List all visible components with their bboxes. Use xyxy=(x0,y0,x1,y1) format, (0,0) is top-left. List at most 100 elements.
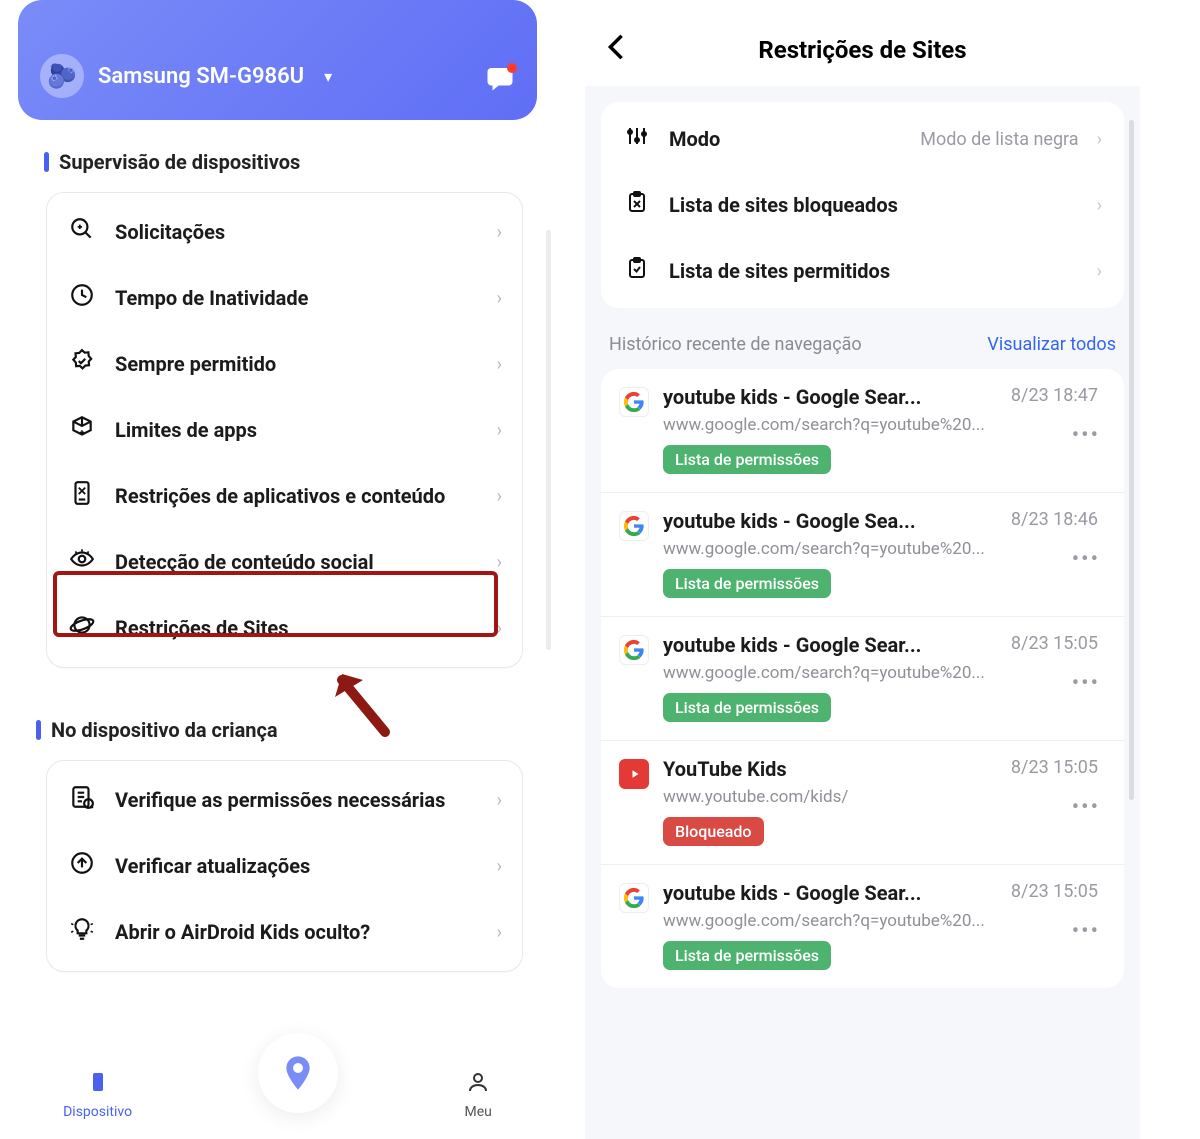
chevron-right-icon: › xyxy=(497,856,502,877)
row-allowed-list[interactable]: Lista de sites permitidos › xyxy=(601,238,1124,304)
item-requests[interactable]: Solicitações › xyxy=(47,199,522,265)
more-button[interactable]: ••• xyxy=(1072,919,1100,944)
history-main: youtube kids - Google Sear...8/23 15:05w… xyxy=(663,633,1098,722)
more-button[interactable]: ••• xyxy=(1072,671,1100,696)
more-button[interactable]: ••• xyxy=(1072,423,1100,448)
chevron-right-icon: › xyxy=(497,354,502,375)
more-button[interactable]: ••• xyxy=(1072,795,1100,820)
item-label: Restrições de Sites xyxy=(115,616,479,640)
history-main: youtube kids - Google Sear...8/23 18:47w… xyxy=(663,385,1098,474)
history-main: youtube kids - Google Sear...8/23 15:05w… xyxy=(663,881,1098,970)
history-row[interactable]: YouTube Kids8/23 15:05www.youtube.com/ki… xyxy=(601,741,1124,865)
nav-device[interactable]: Dispositivo xyxy=(63,1070,132,1120)
history-list: youtube kids - Google Sear... 8/23 18:47 w… xyxy=(601,369,1124,988)
child-device-card: Verifique as permissões necessárias › Ve… xyxy=(46,760,523,972)
history-url: www.google.com/search?q=youtube%20... xyxy=(663,663,1003,683)
chevron-right-icon: › xyxy=(1097,261,1102,282)
page-title: Restrições de Sites xyxy=(758,36,966,64)
history-row[interactable]: youtube kids - Google Sear...8/23 15:05w… xyxy=(601,617,1124,741)
notification-dot xyxy=(507,63,517,73)
history-url: www.google.com/search?q=youtube%20... xyxy=(663,539,1003,559)
scrollbar[interactable] xyxy=(546,230,551,650)
google-icon xyxy=(619,387,649,417)
badge-allowed: Lista de permissões xyxy=(663,445,831,474)
clock-icon xyxy=(67,282,97,314)
google-icon xyxy=(619,883,649,913)
item-check-updates[interactable]: Verificar atualizações › xyxy=(47,833,522,899)
device-selector[interactable]: 🫐 Samsung SM-G986U ▾ xyxy=(40,54,332,98)
page-header: Restrições de Sites xyxy=(585,0,1140,86)
nav-location[interactable] xyxy=(258,1033,338,1113)
phone-block-icon xyxy=(67,480,97,512)
messages-button[interactable] xyxy=(485,65,515,98)
item-site-restrictions[interactable]: Restrições de Sites › xyxy=(47,595,522,661)
item-label: Restrições de aplicativos e conteúdo xyxy=(115,484,479,508)
bottom-nav: Dispositivo Meu xyxy=(0,1049,555,1139)
person-icon xyxy=(466,1070,490,1100)
more-button[interactable]: ••• xyxy=(1072,547,1100,572)
section-supervision: Supervisão de dispositivos xyxy=(44,150,555,174)
view-all-link[interactable]: Visualizar todos xyxy=(987,334,1116,355)
badge-icon xyxy=(67,348,97,380)
clipboard-check-icon xyxy=(623,256,651,286)
heading-bar xyxy=(44,152,49,172)
item-label: Sempre permitido xyxy=(115,352,479,376)
cube-icon xyxy=(67,414,97,446)
mode-value: Modo de lista negra xyxy=(920,129,1078,150)
history-row[interactable]: youtube kids - Google Sear...8/23 18:47w… xyxy=(601,369,1124,493)
chevron-right-icon: › xyxy=(497,552,502,573)
item-label: Abrir o AirDroid Kids oculto? xyxy=(115,920,479,944)
item-downtime[interactable]: Tempo de Inatividade › xyxy=(47,265,522,331)
history-title: YouTube Kids xyxy=(663,757,787,781)
nav-me[interactable]: Meu xyxy=(465,1070,492,1120)
history-main: YouTube Kids8/23 15:05www.youtube.com/ki… xyxy=(663,757,1098,846)
chevron-right-icon: › xyxy=(1097,195,1102,216)
chevron-right-icon: › xyxy=(1097,129,1102,150)
item-label: Solicitações xyxy=(115,220,479,244)
history-time: 8/23 15:05 xyxy=(1011,881,1098,902)
item-app-content-restrictions[interactable]: Restrições de aplicativos e conteúdo › xyxy=(47,463,522,529)
row-label: Lista de sites permitidos xyxy=(669,259,1079,283)
item-always-allowed[interactable]: Sempre permitido › xyxy=(47,331,522,397)
history-row[interactable]: youtube kids - Google Sea...8/23 18:46ww… xyxy=(601,493,1124,617)
chevron-right-icon: › xyxy=(497,222,502,243)
device-name: Samsung SM-G986U xyxy=(98,64,304,89)
requests-icon xyxy=(67,216,97,248)
mode-label: Modo xyxy=(669,127,902,151)
chevron-right-icon: › xyxy=(497,420,502,441)
youtube-icon xyxy=(619,759,649,789)
history-title: youtube kids - Google Sear... xyxy=(663,385,921,409)
back-button[interactable] xyxy=(607,33,625,68)
modes-card: Modo Modo de lista negra › Lista de site… xyxy=(601,102,1124,308)
item-app-limits[interactable]: Limites de apps › xyxy=(47,397,522,463)
scrollbar[interactable] xyxy=(1129,120,1134,800)
header: 🫐 Samsung SM-G986U ▾ xyxy=(18,0,537,120)
history-time: 8/23 15:05 xyxy=(1011,633,1098,654)
heading-bar xyxy=(36,720,41,740)
item-label: Verifique as permissões necessárias xyxy=(115,788,479,812)
supervision-card: Solicitações › Tempo de Inatividade › Se… xyxy=(46,192,523,668)
update-icon xyxy=(67,850,97,882)
google-icon xyxy=(619,635,649,665)
history-row[interactable]: youtube kids - Google Sear...8/23 15:05w… xyxy=(601,865,1124,988)
item-social-detection[interactable]: Detecção de conteúdo social › xyxy=(47,529,522,595)
history-label: Histórico recente de navegação xyxy=(609,334,862,355)
phone-left: 🫐 Samsung SM-G986U ▾ Supervisão de dispo… xyxy=(0,0,555,1139)
row-mode[interactable]: Modo Modo de lista negra › xyxy=(601,106,1124,172)
section-label: No dispositivo da criança xyxy=(51,718,278,742)
eye-icon xyxy=(67,546,97,578)
chevron-right-icon: › xyxy=(497,486,502,507)
history-time: 8/23 18:47 xyxy=(1011,385,1098,406)
history-heading: Histórico recente de navegação Visualiza… xyxy=(609,334,1116,355)
history-url: www.youtube.com/kids/ xyxy=(663,787,1003,807)
nav-label: Dispositivo xyxy=(63,1104,132,1120)
item-open-hidden[interactable]: Abrir o AirDroid Kids oculto? › xyxy=(47,899,522,965)
google-icon xyxy=(619,511,649,541)
avatar: 🫐 xyxy=(40,54,84,98)
chevron-right-icon: › xyxy=(497,288,502,309)
sliders-icon xyxy=(623,124,651,154)
item-check-permissions[interactable]: Verifique as permissões necessárias › xyxy=(47,767,522,833)
badge-allowed: Lista de permissões xyxy=(663,693,831,722)
row-blocked-list[interactable]: Lista de sites bloqueados › xyxy=(601,172,1124,238)
item-label: Detecção de conteúdo social xyxy=(115,550,479,574)
